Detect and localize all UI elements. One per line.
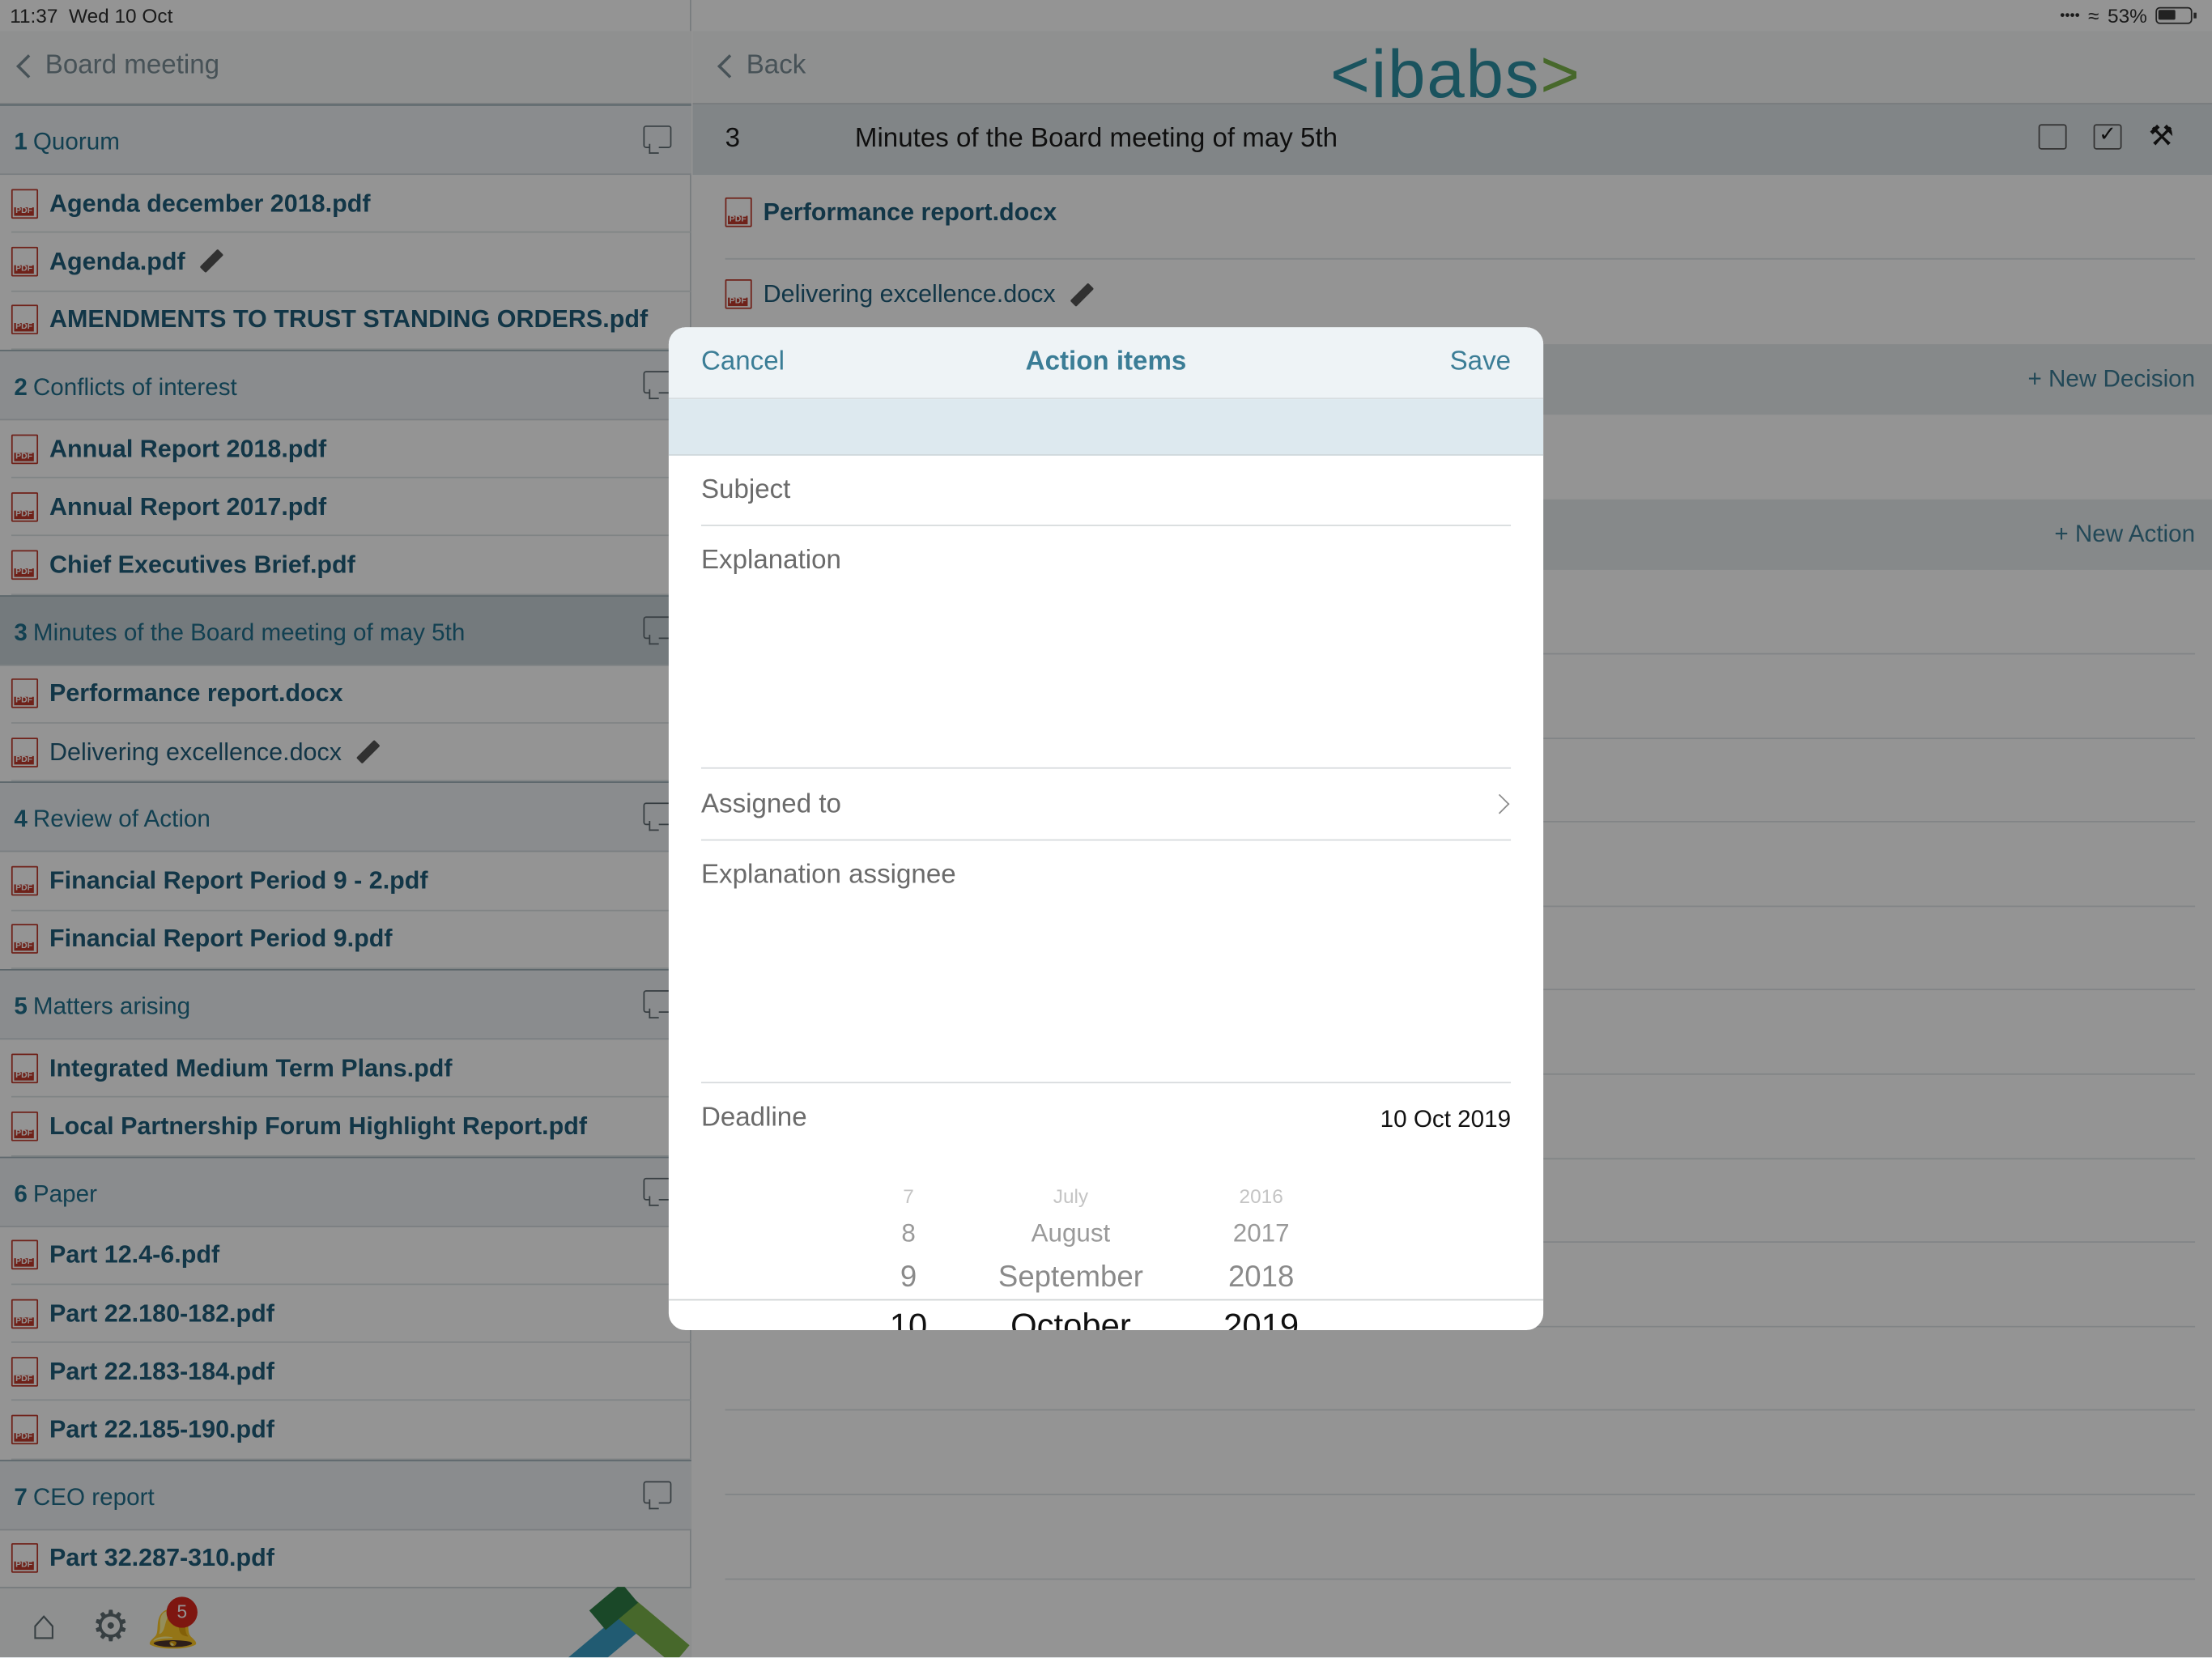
cancel-button[interactable]: Cancel <box>701 347 785 378</box>
picker-row[interactable]: 9 September 2018 <box>669 1261 1543 1307</box>
signal-dots-icon: •••• <box>2060 7 2080 23</box>
picker-month: September <box>998 1261 1143 1294</box>
picker-day: 8 <box>901 1218 916 1248</box>
action-items-dialog: Action items Cancel Save Subject Explana… <box>668 327 1544 1331</box>
picker-year: 2018 <box>1227 1261 1295 1294</box>
divider <box>700 525 1512 526</box>
deadline-label: Deadline <box>700 1103 807 1133</box>
dialog-subheader <box>668 399 1544 456</box>
wifi-icon: ≈ <box>2088 4 2099 28</box>
save-button[interactable]: Save <box>1450 347 1511 378</box>
battery-percent: 53% <box>2108 4 2147 28</box>
status-bar: 11:37 Wed 10 Oct •••• ≈ 53% <box>0 0 2212 31</box>
picker-year: 2016 <box>1239 1184 1283 1208</box>
battery-icon <box>2155 6 2197 24</box>
picker-month: July <box>1053 1184 1089 1208</box>
dialog-title: Action items <box>1025 346 1187 377</box>
dialog-header: Action items Cancel Save <box>668 327 1544 400</box>
assigned-to-label[interactable]: Assigned to <box>701 790 841 821</box>
picker-month: October <box>1010 1307 1131 1331</box>
picker-month: August <box>1031 1218 1111 1248</box>
picker-year: 2019 <box>1223 1307 1300 1331</box>
divider <box>700 839 1512 841</box>
ipad-screen: Board meeting 1QuorumAgenda december 201… <box>0 0 2212 1658</box>
picker-row[interactable]: 8 August 2017 <box>669 1218 1543 1264</box>
picker-day: 7 <box>903 1184 914 1208</box>
explanation-field[interactable]: Explanation <box>701 546 841 576</box>
picker-row[interactable]: 10 October 2019 <box>669 1307 1543 1330</box>
subject-field[interactable]: Subject <box>701 475 790 506</box>
deadline-value[interactable]: 10 Oct 2019 <box>1380 1106 1511 1134</box>
divider <box>700 767 1512 769</box>
picker-year: 2017 <box>1232 1218 1290 1248</box>
explanation-assignee-field[interactable]: Explanation assignee <box>701 861 956 891</box>
status-time: 11:37 <box>10 4 58 28</box>
date-picker[interactable]: 7 July 2016 8 August 2017 9 September 2018 10 Octo… <box>668 1174 1544 1330</box>
chevron-right-icon[interactable] <box>1489 793 1510 814</box>
divider <box>700 1082 1512 1084</box>
picker-day: 9 <box>900 1261 917 1294</box>
picker-day: 10 <box>889 1307 928 1331</box>
status-date: Wed 10 Oct <box>68 4 173 28</box>
